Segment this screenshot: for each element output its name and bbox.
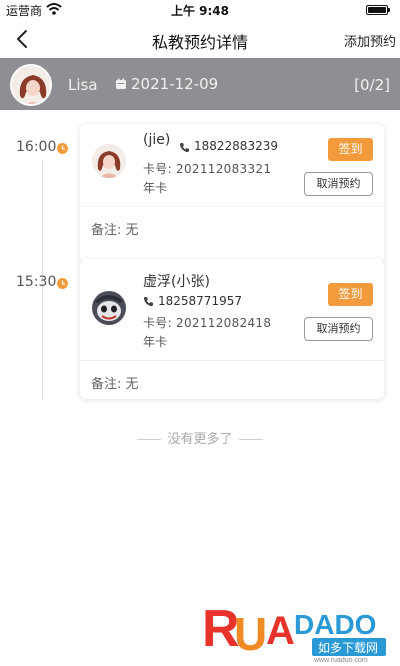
page-title: 私教预约详情 (151, 33, 248, 52)
clock-time: 上午 9:48 (170, 4, 230, 18)
phone-icon (179, 143, 189, 153)
cancel-booking-button[interactable]: 取消预约 (304, 172, 373, 196)
booking-time: 16:00 (16, 139, 57, 155)
member-card-type: 年卡 (143, 335, 168, 349)
checkin-button[interactable]: 签到 (328, 283, 373, 306)
member-phone: 18258771957 (158, 294, 242, 308)
card-divider (80, 206, 384, 207)
coach-header: Lisa 2021-12-09 [0/2] (0, 58, 400, 110)
member-card-number: 卡号: 202112082418 (143, 316, 272, 330)
member-card-type: 年卡 (143, 181, 168, 195)
svg-text:如多下载网: 如多下载网 (318, 640, 378, 655)
booking-count: [0/2] (354, 76, 390, 94)
clock-icon (57, 278, 68, 289)
booking-card: 虚浮(小张) 18258771957 卡号: 202112082418 年卡 签… (80, 259, 384, 399)
end-of-list-text: 没有更多了 (167, 432, 233, 447)
member-name: 虚浮(小张) (143, 274, 210, 290)
member-avatar (92, 144, 126, 178)
cancel-booking-button[interactable]: 取消预约 (304, 317, 373, 341)
svg-text:www.ruaduo.com: www.ruaduo.com (313, 657, 368, 662)
booking-note: 备注: 无 (91, 223, 139, 238)
phone-icon (143, 297, 153, 307)
booking-card: (jie) 18822883239 卡号: 202112083321 年卡 签到… (80, 124, 384, 264)
booking-time: 15:30 (16, 274, 57, 290)
clock-icon (57, 143, 68, 154)
watermark-logo: R U A DADO 如多下载网 www.ruaduo.com (202, 600, 386, 662)
member-phone: 18822883239 (194, 139, 278, 153)
coach-avatar (10, 64, 52, 106)
member-avatar (92, 291, 126, 325)
booking-note: 备注: 无 (91, 377, 139, 392)
member-name: (jie) (143, 132, 171, 148)
battery-icon (366, 5, 390, 15)
coach-name: Lisa (68, 76, 98, 94)
nav-bar: 私教预约详情 添加预约 (0, 20, 400, 58)
end-of-list: 没有更多了 (0, 428, 400, 447)
card-divider (80, 360, 384, 361)
status-bar: 运营商 上午 9:48 (0, 0, 400, 20)
booking-date: 2021-12-09 (131, 75, 219, 93)
calendar-icon (116, 78, 126, 89)
svg-text:U: U (234, 608, 267, 660)
svg-text:A: A (266, 609, 295, 653)
member-card-number: 卡号: 202112083321 (143, 162, 272, 176)
checkin-button[interactable]: 签到 (328, 138, 373, 161)
svg-text:DADO: DADO (294, 609, 376, 640)
add-booking-button[interactable]: 添加预约 (344, 31, 396, 50)
